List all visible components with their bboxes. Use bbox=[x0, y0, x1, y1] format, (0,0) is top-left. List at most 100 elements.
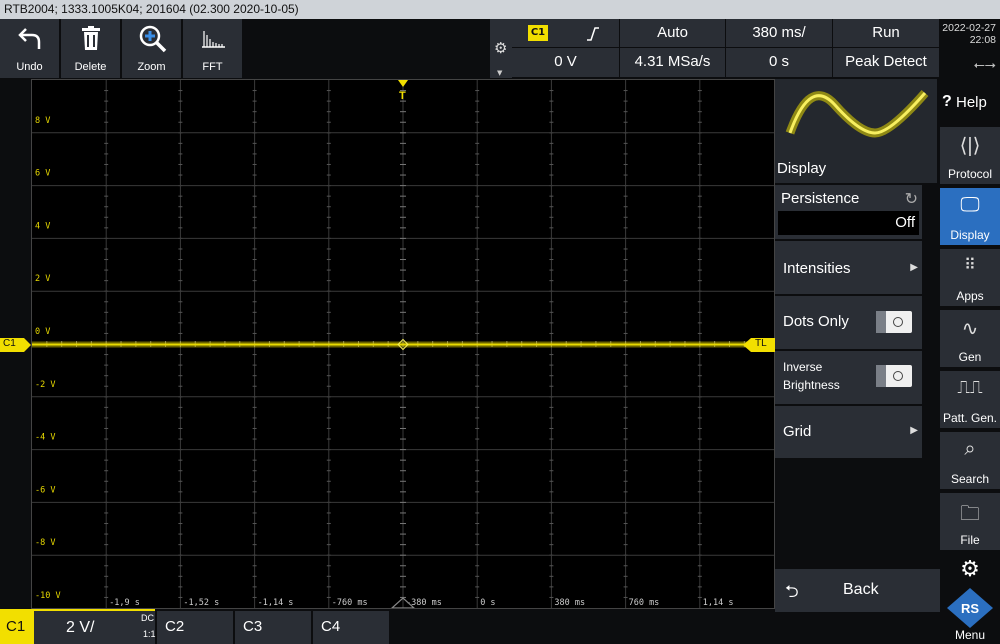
dots-only-toggle[interactable] bbox=[876, 311, 912, 333]
x-axis-label: -1,14 s bbox=[258, 598, 294, 608]
datetime: 2022-02-27 22:08 ⭠⭢ bbox=[940, 19, 1000, 78]
apps-button[interactable]: ⠿ Apps bbox=[940, 249, 1000, 308]
date: 2022-02-27 bbox=[942, 22, 996, 34]
gear-icon: ⚙ bbox=[960, 556, 980, 581]
zoom-label: Zoom bbox=[137, 61, 166, 73]
reset-icon[interactable]: ↻ bbox=[905, 189, 918, 209]
trigger-mode[interactable]: Auto bbox=[620, 19, 726, 48]
fft-label: FFT bbox=[202, 61, 223, 73]
y-axis-label: -6 V bbox=[35, 485, 55, 495]
channel-4-tab[interactable]: C4 bbox=[313, 611, 389, 644]
search-button[interactable]: ⌕ Search bbox=[940, 432, 1000, 491]
monitor-icon: 🖵 bbox=[960, 194, 980, 216]
toolbar-spacer bbox=[244, 19, 490, 78]
pattern-generator-button[interactable]: ⎍⎍ Patt. Gen. bbox=[940, 371, 1000, 430]
c1-probe: 1:1 bbox=[143, 629, 156, 639]
delete-button[interactable]: Delete bbox=[61, 19, 121, 78]
trigger-level-marker[interactable]: TL bbox=[743, 337, 775, 352]
preview-label: Display bbox=[777, 160, 827, 177]
protocol-icon: ⟨|⟩ bbox=[959, 135, 981, 157]
back-button[interactable]: ⮌ Back bbox=[775, 569, 940, 612]
gen-label: Gen bbox=[958, 350, 982, 364]
trigger-level-marker-label: TL bbox=[755, 338, 767, 349]
back-label: Back bbox=[843, 581, 879, 598]
undo-icon bbox=[18, 28, 41, 49]
protocol-button[interactable]: ⟨|⟩ Protocol bbox=[940, 127, 1000, 186]
inverse-label: Inverse bbox=[783, 360, 823, 374]
display-button[interactable]: 🖵 Display bbox=[940, 188, 1000, 247]
folder-icon: 🗀 bbox=[960, 503, 980, 525]
fft-icon bbox=[202, 31, 225, 48]
channel-2-tab[interactable]: C2 bbox=[157, 611, 233, 644]
menu-button[interactable]: ⚙ RS Menu bbox=[940, 554, 1000, 644]
fft-button[interactable]: FFT bbox=[183, 19, 243, 78]
zoom-button[interactable]: Zoom bbox=[122, 19, 182, 78]
y-axis-label: 0 V bbox=[35, 327, 50, 337]
y-axis-label: -10 V bbox=[35, 591, 61, 601]
protocol-label: Protocol bbox=[947, 167, 993, 181]
help-button[interactable]: ? Help bbox=[940, 79, 1000, 129]
trigger-channel-badge: C1 bbox=[528, 25, 548, 41]
generator-button[interactable]: ∿ Gen bbox=[940, 310, 1000, 369]
zoom-icon bbox=[139, 25, 167, 53]
rising-edge-icon bbox=[587, 27, 599, 41]
timebase[interactable]: 380 ms/ bbox=[726, 19, 833, 48]
file-label: File bbox=[960, 533, 980, 547]
x-axis-label: -1,9 s bbox=[109, 598, 140, 608]
y-axis-label: 4 V bbox=[35, 221, 50, 231]
search-label: Search bbox=[950, 472, 990, 486]
persistence-value[interactable]: Off bbox=[778, 211, 919, 235]
undo-button[interactable]: Undo bbox=[0, 19, 60, 78]
file-button[interactable]: 🗀 File bbox=[940, 493, 1000, 552]
toolbar: Undo Delete Zoom FFT bbox=[0, 19, 244, 78]
grid-label: Grid bbox=[783, 423, 812, 440]
title-bar: RTB2004; 1333.1005K04; 201604 (02.300 20… bbox=[0, 0, 1000, 19]
x-axis-label: 380 ms bbox=[554, 598, 585, 608]
x-axis-label: -760 ms bbox=[332, 598, 368, 608]
waveform-display[interactable]: 8 V 6 V 4 V 2 V 0 V -2 V -4 V -6 V -8 V -10 V -1,9… bbox=[31, 79, 775, 609]
inverse-brightness-toggle[interactable] bbox=[876, 365, 912, 387]
run-stop[interactable]: Run bbox=[833, 19, 940, 48]
submenu-arrow-icon: ▶ bbox=[910, 262, 918, 273]
channel-1-tab[interactable]: C1 2 V/ DC 1:1 bbox=[0, 609, 156, 644]
y-axis-label: 8 V bbox=[35, 116, 50, 126]
persistence-menu-item[interactable]: Persistence ↻ Off bbox=[775, 185, 922, 239]
gear-icon: ⚙ bbox=[494, 39, 508, 57]
channel-1-offset-marker[interactable]: C1 bbox=[0, 337, 31, 352]
apps-grid-icon: ⠿ bbox=[964, 257, 976, 274]
intensities-label: Intensities bbox=[783, 260, 851, 277]
oscilloscope-screen: RTB2004; 1333.1005K04; 201604 (02.300 20… bbox=[0, 0, 1000, 644]
time: 22:08 bbox=[969, 34, 996, 46]
header-settings-button[interactable]: ⚙ ▼ bbox=[490, 19, 512, 78]
y-axis-label: -8 V bbox=[35, 538, 55, 548]
x-axis-label: -1,52 s bbox=[183, 598, 219, 608]
acquisition-mode[interactable]: Peak Detect bbox=[833, 48, 940, 78]
graticule: 8 V 6 V 4 V 2 V 0 V -2 V -4 V -6 V -8 V -10 V -1,9… bbox=[32, 80, 774, 608]
time-offset[interactable]: 0 s bbox=[726, 48, 833, 78]
trigger-level[interactable]: 0 V bbox=[512, 48, 620, 78]
apps-label: Apps bbox=[956, 289, 984, 303]
channel-1-marker-label: C1 bbox=[3, 338, 16, 349]
y-axis-label: 6 V bbox=[35, 169, 50, 179]
channel-3-tab[interactable]: C3 bbox=[235, 611, 311, 644]
submenu-arrow-icon: ▶ bbox=[910, 425, 918, 436]
y-axis-label: -2 V bbox=[35, 380, 55, 390]
inverse-brightness-menu-item[interactable]: Inverse Brightness bbox=[775, 351, 922, 404]
y-axis-label: 2 V bbox=[35, 274, 50, 284]
intensities-menu-item[interactable]: Intensities ▶ bbox=[775, 241, 922, 294]
grid-menu-item[interactable]: Grid ▶ bbox=[775, 406, 922, 458]
sine-generator-icon: ∿ bbox=[961, 318, 979, 340]
trigger-position-label: T bbox=[399, 90, 406, 102]
dots-only-menu-item[interactable]: Dots Only bbox=[775, 296, 922, 349]
svg-text:RS: RS bbox=[961, 601, 979, 616]
patt-gen-label: Patt. Gen. bbox=[942, 411, 998, 425]
menu-label: Menu bbox=[954, 628, 986, 642]
x-axis-label: -380 ms bbox=[406, 598, 442, 608]
back-arrow-icon: ⮌ bbox=[785, 582, 799, 601]
persistence-label: Persistence bbox=[781, 190, 860, 207]
sample-rate[interactable]: 4.31 MSa/s bbox=[620, 48, 726, 78]
caret-down-icon: ▼ bbox=[497, 69, 503, 77]
c1-coupling: DC bbox=[141, 613, 154, 623]
search-icon: ⌕ bbox=[964, 438, 976, 460]
x-axis-label: 0 s bbox=[480, 598, 495, 608]
